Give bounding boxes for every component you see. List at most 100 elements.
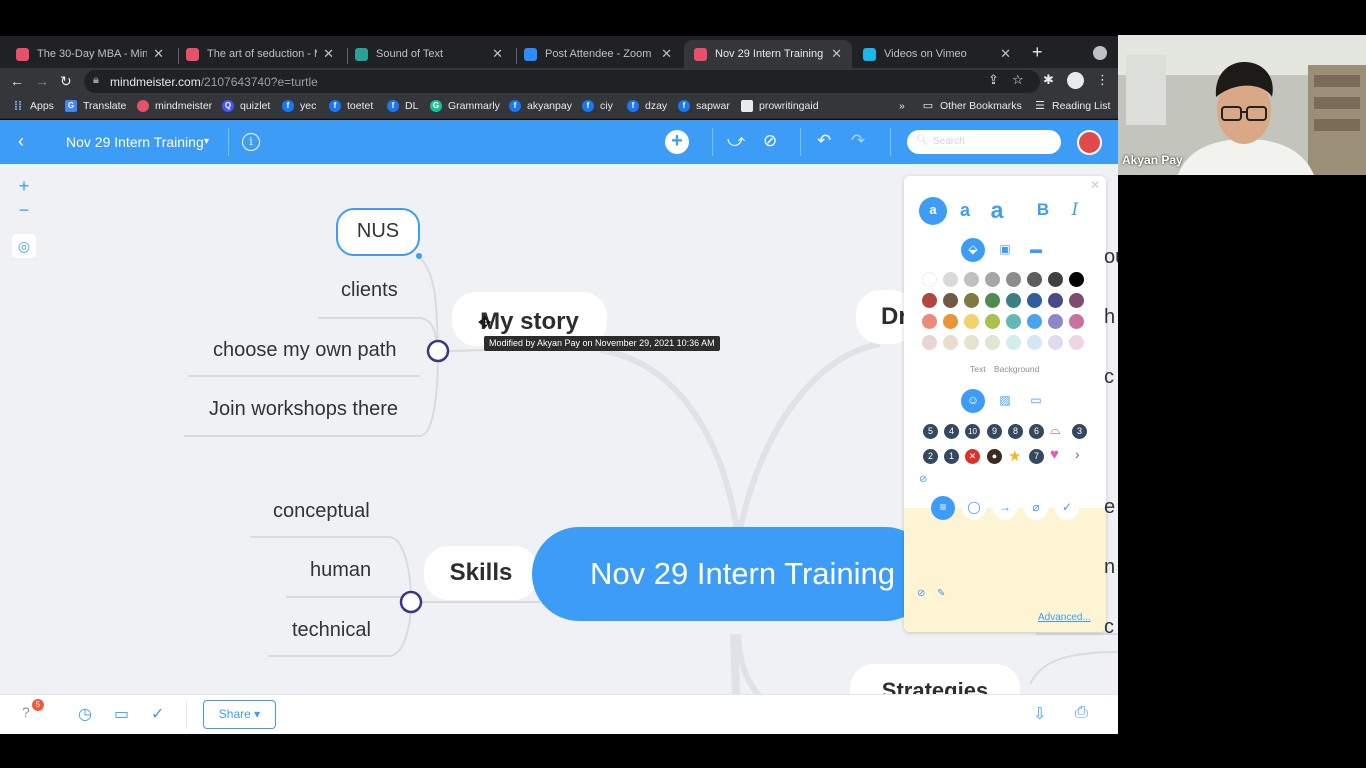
number-icon-4[interactable]: 4: [944, 424, 959, 439]
cross-icon[interactable]: ✕: [965, 449, 980, 464]
star-icon[interactable]: ★: [1008, 447, 1021, 465]
bookmark-toetet[interactable]: f toetet: [329, 100, 373, 112]
color-swatch[interactable]: [1006, 293, 1021, 308]
browser-tab[interactable]: The art of seduction - Mind ✕: [176, 40, 344, 68]
reading-list[interactable]: ☰ Reading List: [1034, 100, 1110, 112]
task-check-icon[interactable]: ✓: [1055, 496, 1079, 520]
color-swatch[interactable]: [1006, 335, 1021, 350]
bookmark-grammarly[interactable]: G Grammarly: [430, 100, 500, 112]
node-shape-icon[interactable]: ▣: [993, 238, 1017, 262]
color-swatch[interactable]: [1069, 314, 1084, 329]
bookmark-prowritingaid[interactable]: prowritingaid: [741, 100, 819, 112]
color-swatch[interactable]: [964, 272, 979, 287]
bookmark-sapwar[interactable]: f sapwar: [678, 100, 730, 112]
map-title[interactable]: Nov 29 Intern Training: [66, 134, 204, 150]
italic-button[interactable]: I: [1061, 197, 1089, 225]
color-swatch[interactable]: [1048, 314, 1063, 329]
node-border-icon[interactable]: ▬: [1024, 238, 1048, 262]
notification-badge[interactable]: 5: [32, 699, 44, 711]
color-swatch[interactable]: [1006, 314, 1021, 329]
root-node[interactable]: Nov 29 Intern Training: [532, 527, 932, 621]
color-swatch[interactable]: [922, 314, 937, 329]
browser-tab[interactable]: Sound of Text ✕: [345, 40, 513, 68]
center-map-icon[interactable]: ◎: [12, 234, 36, 258]
attachment-icon[interactable]: ⌀: [1024, 496, 1048, 520]
color-swatch[interactable]: [943, 293, 958, 308]
remove-icon-icon[interactable]: ⊘: [919, 474, 927, 485]
clear-notes-icon[interactable]: ⊘: [917, 588, 925, 599]
color-swatch[interactable]: [1048, 335, 1063, 350]
bookmark-ciy[interactable]: f ciy: [582, 100, 613, 112]
bookmark-dzay[interactable]: f dzay: [627, 100, 667, 112]
close-icon[interactable]: ✕: [323, 46, 334, 62]
number-icon-2[interactable]: 2: [923, 449, 938, 464]
color-swatch[interactable]: [943, 314, 958, 329]
number-icon-8[interactable]: 8: [1008, 424, 1023, 439]
close-icon[interactable]: ✕: [153, 46, 164, 62]
color-swatch[interactable]: [964, 293, 979, 308]
bookmark-translate[interactable]: G Translate: [65, 100, 126, 112]
close-icon[interactable]: ✕: [661, 46, 672, 62]
magic-wand-icon[interactable]: ✎: [937, 588, 945, 599]
bookmark-star-icon[interactable]: ☆: [1012, 72, 1024, 88]
paint-bucket-icon[interactable]: ⬙: [961, 238, 985, 262]
color-swatch[interactable]: [922, 293, 937, 308]
back-arrow-icon[interactable]: ←: [10, 72, 24, 90]
color-swatch[interactable]: [985, 272, 1000, 287]
color-swatch[interactable]: [1069, 335, 1084, 350]
image-icon[interactable]: ▨: [993, 389, 1017, 413]
color-swatch[interactable]: [985, 335, 1000, 350]
video-icon[interactable]: ▭: [1024, 389, 1048, 413]
browser-tab[interactable]: Videos on Vimeo ✕: [853, 40, 1021, 68]
color-swatch[interactable]: [1027, 272, 1042, 287]
close-icon[interactable]: ✕: [1090, 178, 1100, 192]
bookmark-mindmeister[interactable]: mindmeister: [137, 100, 212, 112]
bookmark-yec[interactable]: f yec: [282, 100, 316, 112]
node-join-workshops[interactable]: Join workshops there: [209, 398, 398, 421]
node-skills[interactable]: Skills: [424, 546, 538, 600]
collapse-toggle-skills[interactable]: [399, 590, 423, 614]
link-arrow-icon[interactable]: →: [993, 496, 1017, 520]
comment-icon[interactable]: ◯: [962, 496, 986, 520]
close-icon[interactable]: ✕: [831, 46, 842, 62]
color-swatch[interactable]: [922, 335, 937, 350]
browser-tab[interactable]: The 30-Day MBA - MindMe ✕: [6, 40, 174, 68]
text-color-tab[interactable]: Text: [970, 364, 986, 374]
background-color-tab[interactable]: Background: [994, 364, 1039, 374]
add-node-button[interactable]: +: [665, 130, 689, 154]
print-icon[interactable]: ⎙: [1075, 704, 1088, 722]
color-swatch[interactable]: [964, 314, 979, 329]
font-size-large-button[interactable]: a: [983, 197, 1011, 225]
help-icon[interactable]: ?: [22, 704, 30, 720]
node-clients[interactable]: clients: [341, 279, 398, 302]
color-swatch[interactable]: [943, 272, 958, 287]
share-page-icon[interactable]: ⇪: [988, 72, 999, 88]
node-human[interactable]: human: [310, 559, 371, 582]
font-size-medium-button[interactable]: a: [951, 197, 979, 225]
number-icon-5[interactable]: 5: [923, 424, 938, 439]
color-swatch[interactable]: [985, 293, 1000, 308]
color-swatch[interactable]: [922, 272, 937, 287]
bookmark-dl[interactable]: f DL: [387, 100, 418, 112]
redo-icon[interactable]: ↷: [851, 131, 865, 151]
node-handle[interactable]: [416, 253, 422, 259]
heart-icon[interactable]: ♥: [1050, 446, 1059, 463]
color-swatch[interactable]: [1027, 314, 1042, 329]
kebab-menu-icon[interactable]: ⋮: [1096, 72, 1109, 88]
search-input[interactable]: 🔍︎ Search: [907, 130, 1061, 154]
other-bookmarks[interactable]: ▭ Other Bookmarks: [922, 100, 1022, 112]
tasks-check-icon[interactable]: ✓: [151, 704, 164, 724]
color-swatch[interactable]: [1027, 335, 1042, 350]
emoji-icon[interactable]: ☺: [961, 389, 985, 413]
chevron-down-icon[interactable]: ▾: [204, 136, 209, 147]
info-icon[interactable]: i: [242, 133, 260, 151]
number-icon-3[interactable]: 3: [1072, 424, 1087, 439]
node-technical[interactable]: technical: [292, 619, 371, 642]
notes-icon[interactable]: ≡: [931, 496, 955, 520]
new-tab-icon[interactable]: +: [1032, 42, 1043, 62]
node-conceptual[interactable]: conceptual: [273, 500, 370, 523]
color-swatch[interactable]: [1069, 272, 1084, 287]
reload-icon[interactable]: ↻: [60, 72, 72, 90]
color-swatch[interactable]: [1069, 293, 1084, 308]
hat-icon[interactable]: ⌓: [1050, 422, 1060, 438]
